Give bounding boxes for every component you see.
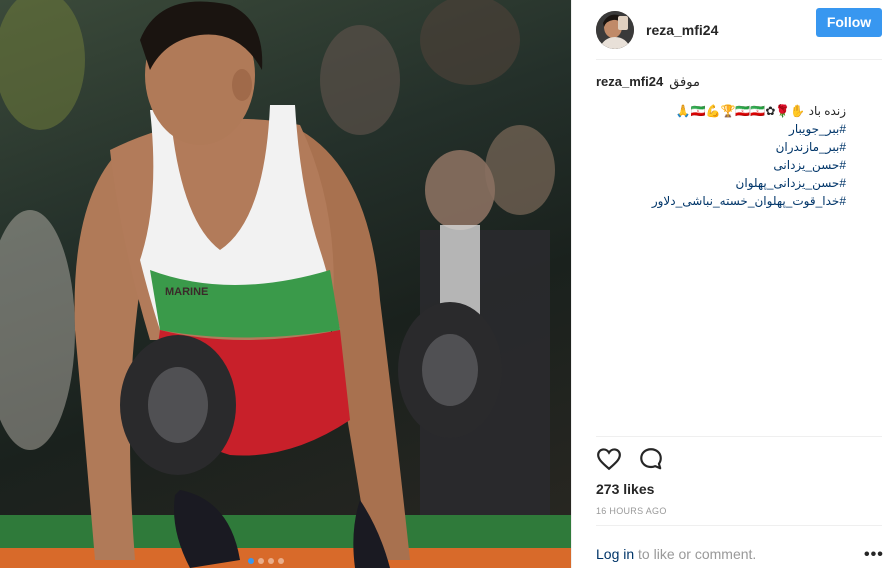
hashtag-link[interactable]: #ببر_جویبار xyxy=(669,120,846,138)
caption-word: موفق xyxy=(669,74,700,89)
avatar[interactable] xyxy=(596,10,634,49)
post-username[interactable]: reza_mfi24 xyxy=(646,22,718,38)
footer-divider xyxy=(596,525,882,526)
wrestler-photo-illustration: MARINE xyxy=(0,0,571,568)
login-prompt-suffix: to like or comment. xyxy=(634,546,757,562)
post-timestamp[interactable]: 16 HOURS AGO xyxy=(596,506,667,516)
post-header: reza_mfi24 Follow xyxy=(596,0,882,60)
caption-header: موفق reza_mfi24 xyxy=(596,74,846,90)
post-side-panel: reza_mfi24 Follow موفق reza_mfi24 زنده ب… xyxy=(571,0,889,568)
login-link[interactable]: Log in xyxy=(596,546,634,562)
hashtag-link[interactable]: #ببر_مازندران xyxy=(776,138,846,156)
carousel-dot[interactable] xyxy=(258,558,264,564)
svg-text:MARINE: MARINE xyxy=(165,286,208,298)
actions-divider xyxy=(596,436,882,437)
heart-icon[interactable] xyxy=(596,446,622,472)
comment-icon[interactable] xyxy=(638,446,664,472)
post-caption: موفق reza_mfi24 زنده باد ✋🌹✿🇮🇷💪🏆🇮🇷🇮🇷🙏 #ب… xyxy=(596,74,846,210)
carousel-dot[interactable] xyxy=(278,558,284,564)
post-actions xyxy=(596,446,664,472)
hashtag-link[interactable]: #حسن_یزدانی_پهلوان xyxy=(736,174,846,192)
caption-username[interactable]: reza_mfi24 xyxy=(596,74,663,89)
carousel-dots[interactable] xyxy=(248,558,284,564)
more-options-icon[interactable]: ••• xyxy=(864,546,884,564)
likes-count[interactable]: 273 likes xyxy=(596,481,654,497)
follow-button[interactable]: Follow xyxy=(816,8,882,37)
caption-text: زنده باد ✋🌹✿🇮🇷💪🏆🇮🇷🇮🇷🙏 xyxy=(675,104,846,118)
hashtag-link[interactable]: #حسن_یزدانی xyxy=(773,156,846,174)
post-photo[interactable]: MARINE xyxy=(0,0,571,568)
carousel-dot-active[interactable] xyxy=(248,558,254,564)
login-prompt: Log in to like or comment. xyxy=(596,546,756,562)
carousel-dot[interactable] xyxy=(268,558,274,564)
hashtag-link[interactable]: #خدا_قوت_پهلوان_خسته_نباشی_دلاور xyxy=(652,192,846,210)
